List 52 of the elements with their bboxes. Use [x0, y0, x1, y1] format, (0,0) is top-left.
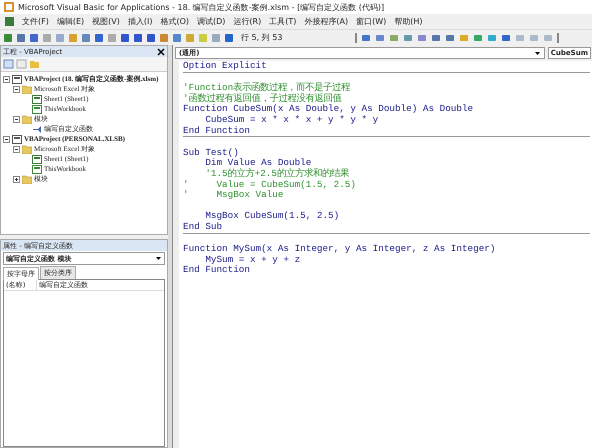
dropdown-arrow-icon[interactable] [534, 50, 541, 56]
expand-icon[interactable] [13, 176, 20, 182]
project-icon [12, 134, 22, 144]
code-comment: ' Value = CubeSum(1.5, 2.5) [183, 180, 357, 190]
code-line: MsgBox CubeSum(1.5, 2.5) [204, 211, 340, 222]
close-icon[interactable] [157, 48, 165, 56]
view-object-icon[interactable] [16, 59, 27, 69]
code-line: Function CubeSum(x As Double, y As Double) As Double [183, 104, 474, 115]
code-line: End Function [183, 126, 251, 136]
menu-item[interactable]: 视图(V) [92, 16, 120, 27]
dropdown-arrow-icon[interactable] [155, 255, 162, 262]
folder-icon [22, 84, 32, 94]
folder-icon [22, 114, 32, 124]
code-line: Option Explicit [183, 61, 268, 72]
menu-item[interactable]: 工具(T) [269, 16, 296, 27]
folder-icon [22, 144, 32, 154]
module-icon [32, 124, 42, 134]
cursor-position: 行 5, 列 53 [241, 32, 282, 43]
code-line: Function MySum(x As Integer, y As Integer, z As Integer) [183, 244, 496, 255]
menu-item[interactable]: 窗口(W) [356, 16, 386, 27]
code-line: CubeSum = x * x * x + y * y * y [204, 114, 380, 126]
project-icon [12, 74, 22, 84]
code-comment: '函数过程有返回值，子过程没有返回值 [183, 94, 343, 104]
code-comment: '1.5的立方+2.5的立方求和的结果 [204, 168, 350, 180]
menu-item[interactable]: 文件(F) [22, 16, 49, 27]
code-line: Sub Test() [183, 148, 240, 158]
code-line: End Function [183, 265, 251, 276]
collapse-icon[interactable] [13, 86, 20, 92]
menu-item[interactable]: 编辑(E) [56, 16, 84, 27]
code-line: Dim Value As Double [204, 158, 312, 168]
collapse-icon[interactable] [3, 76, 10, 82]
collapse-icon[interactable] [13, 146, 20, 152]
code-line: End Sub [183, 222, 224, 232]
folder-icon [22, 174, 32, 184]
sheet-icon [32, 104, 42, 114]
menu-item[interactable]: 帮助(H) [394, 16, 423, 27]
sheet-icon [32, 94, 42, 104]
menu-item[interactable]: 外接程序(A) [304, 16, 348, 27]
code-line: MySum = x + y + z [204, 254, 302, 265]
sheet-icon [32, 154, 42, 164]
code-comment: ' MsgBox Value [183, 190, 284, 201]
collapse-icon[interactable] [13, 116, 20, 122]
menu-item[interactable]: 调试(D) [197, 16, 226, 27]
menu-item[interactable]: 插入(I) [128, 16, 152, 27]
menu-item[interactable]: 格式(O) [160, 16, 190, 27]
collapse-icon[interactable] [3, 136, 10, 142]
menu-item[interactable]: 运行(R) [233, 16, 262, 27]
code-comment: 'Function表示函数过程，而不是子过程 [183, 83, 352, 94]
folder-icon[interactable] [29, 59, 40, 69]
window-title: Microsoft Visual Basic for Applications - 18. 编写自定义函数-案例.xlsm - [编写自定义函数 (代码)] [18, 2, 384, 12]
view-code-icon[interactable] [3, 59, 14, 69]
sheet-icon [32, 164, 42, 174]
